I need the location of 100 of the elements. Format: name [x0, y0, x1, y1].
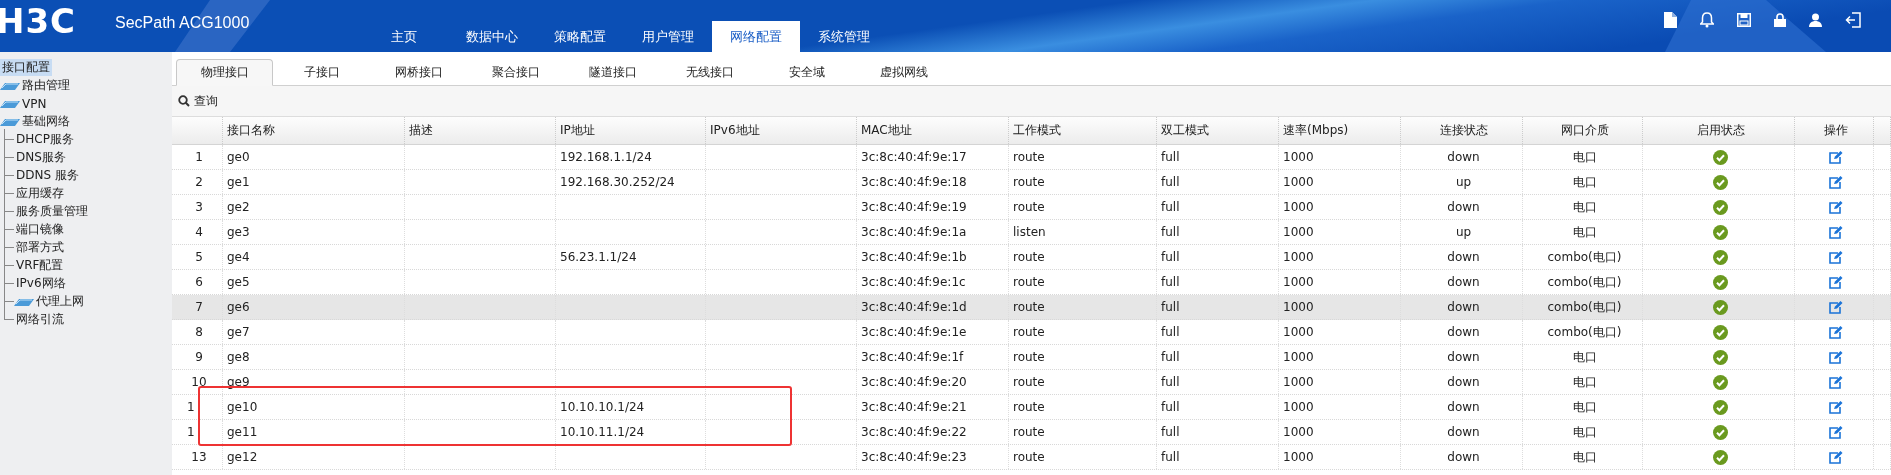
nav-tab[interactable]: 网络配置	[712, 21, 800, 52]
row-number: 4	[195, 225, 203, 239]
edit-icon[interactable]	[1829, 175, 1843, 189]
column-header: 启用状态	[1643, 117, 1795, 144]
sidebar-item[interactable]: DNS服务	[14, 149, 68, 166]
file-icon[interactable]	[1664, 12, 1677, 28]
edit-icon[interactable]	[1829, 275, 1843, 289]
tab[interactable]: 虚拟网线	[855, 59, 952, 86]
sidebar-item[interactable]: VRF配置	[14, 257, 66, 274]
edit-icon[interactable]	[1829, 325, 1843, 339]
sidebar-item[interactable]: 接口配置	[0, 59, 52, 76]
sidebar-item[interactable]: VPN	[20, 96, 49, 111]
column-header: 连接状态	[1401, 117, 1523, 144]
table-cell: 3c:8c:40:4f:9e:19	[857, 195, 1009, 219]
table-cell: 1000	[1279, 295, 1401, 319]
edit-icon[interactable]	[1829, 400, 1843, 414]
tab[interactable]: 隧道接口	[564, 59, 661, 86]
column-header: MAC地址	[857, 117, 1009, 144]
table-row[interactable]: 3 ge2 3c:8c:40:4f:9e:19 route full 1000 down 电口	[172, 195, 1891, 220]
table-cell: down	[1401, 370, 1523, 394]
tab[interactable]: 无线接口	[661, 59, 758, 86]
sidebar-item[interactable]: 应用缓存	[14, 185, 66, 202]
table-row[interactable]: 13 ge12 3c:8c:40:4f:9e:23 route full 1000 down 电口	[172, 445, 1891, 470]
table-row[interactable]: 10 ge9 3c:8c:40:4f:9e:20 route full 1000 down 电口	[172, 370, 1891, 395]
table-row[interactable]: 1 ge11 10.10.11.1/24 3c:8c:40:4f:9e:22 route full 1000 down 电口	[172, 420, 1891, 445]
sidebar-item[interactable]: 网络引流	[14, 311, 66, 328]
column-header: 接口名称	[223, 117, 405, 144]
folder-icon	[0, 80, 20, 91]
table-cell: combo(电口)	[1523, 295, 1643, 319]
sidebar-item[interactable]: 路由管理	[20, 77, 72, 94]
edit-icon[interactable]	[1829, 200, 1843, 214]
table-cell: 1000	[1279, 170, 1401, 194]
table-cell: combo(电口)	[1523, 245, 1643, 269]
edit-icon[interactable]	[1829, 375, 1843, 389]
sidebar-item[interactable]: 基础网络	[20, 113, 72, 130]
table-cell: 3c:8c:40:4f:9e:1b	[857, 245, 1009, 269]
table-row[interactable]: 1 ge10 10.10.10.1/24 3c:8c:40:4f:9e:21 route full 1000 down 电口	[172, 395, 1891, 420]
sidebar-item[interactable]: 部署方式	[14, 239, 66, 256]
table-cell: combo(电口)	[1523, 320, 1643, 344]
row-number: 6	[195, 275, 203, 289]
nav-tab[interactable]: 策略配置	[536, 21, 624, 52]
table-cell: ge5	[223, 270, 405, 294]
table-cell: ge1	[223, 170, 405, 194]
table-row[interactable]: 5 ge4 56.23.1.1/24 3c:8c:40:4f:9e:1b route full 1000 down combo(电口)	[172, 245, 1891, 270]
table-cell: 1000	[1279, 320, 1401, 344]
table-cell: 3c:8c:40:4f:9e:20	[857, 370, 1009, 394]
table-cell: 电口	[1523, 420, 1643, 444]
nav-tab[interactable]: 主页	[360, 21, 448, 52]
nav-tab[interactable]: 用户管理	[624, 21, 712, 52]
table-cell: 3c:8c:40:4f:9e:22	[857, 420, 1009, 444]
sidebar-item[interactable]: DHCP服务	[14, 131, 76, 148]
query-button[interactable]: 查询	[178, 92, 218, 110]
nav-tab[interactable]: 数据中心	[448, 21, 536, 52]
user-icon[interactable]	[1809, 13, 1822, 27]
table-cell: 1000	[1279, 395, 1401, 419]
save-icon[interactable]	[1737, 13, 1751, 27]
edit-icon[interactable]	[1829, 450, 1843, 464]
tab[interactable]: 聚合接口	[467, 59, 564, 86]
table-cell: ge10	[223, 395, 405, 419]
table-row[interactable]: 7 ge6 3c:8c:40:4f:9e:1d route full 1000 down combo(电口)	[172, 295, 1891, 320]
tab[interactable]: 子接口	[273, 59, 370, 86]
tab[interactable]: 安全域	[758, 59, 855, 86]
table-cell: full	[1157, 170, 1279, 194]
edit-icon[interactable]	[1829, 250, 1843, 264]
table-cell: 56.23.1.1/24	[556, 245, 706, 269]
edit-icon[interactable]	[1829, 225, 1843, 239]
sidebar-item[interactable]: DDNS 服务	[14, 167, 81, 184]
table-cell: full	[1157, 220, 1279, 244]
edit-icon[interactable]	[1829, 350, 1843, 364]
table-cell: 192.168.1.1/24	[556, 145, 706, 169]
table-cell: route	[1009, 370, 1157, 394]
table-cell: down	[1401, 145, 1523, 169]
table-cell: full	[1157, 245, 1279, 269]
table-cell: route	[1009, 320, 1157, 344]
logout-icon[interactable]	[1845, 12, 1861, 28]
tab[interactable]: 物理接口	[176, 59, 273, 86]
table-row[interactable]: 2 ge1 192.168.30.252/24 3c:8c:40:4f:9e:18 route full 1000 up 电口	[172, 170, 1891, 195]
sidebar-item[interactable]: 服务质量管理	[14, 203, 90, 220]
row-number: 1	[187, 425, 195, 439]
table-row[interactable]: 1 ge0 192.168.1.1/24 3c:8c:40:4f:9e:17 route full 1000 down 电口	[172, 145, 1891, 170]
sidebar-item[interactable]: 代理上网	[34, 293, 86, 310]
table-cell: ge4	[223, 245, 405, 269]
table-row[interactable]: 6 ge5 3c:8c:40:4f:9e:1c route full 1000 down combo(电口)	[172, 270, 1891, 295]
edit-icon[interactable]	[1829, 300, 1843, 314]
sidebar-item[interactable]: IPv6网络	[14, 275, 68, 292]
edit-icon[interactable]	[1829, 150, 1843, 164]
edit-icon[interactable]	[1829, 425, 1843, 439]
tab[interactable]: 网桥接口	[370, 59, 467, 86]
table-cell: route	[1009, 245, 1157, 269]
row-number: 8	[195, 325, 203, 339]
bell-icon[interactable]	[1700, 12, 1714, 28]
nav-tab[interactable]: 系统管理	[800, 21, 888, 52]
table-row[interactable]: 4 ge3 3c:8c:40:4f:9e:1a listen full 1000 up 电口	[172, 220, 1891, 245]
table-row[interactable]: 9 ge8 3c:8c:40:4f:9e:1f route full 1000 down 电口	[172, 345, 1891, 370]
table-row[interactable]: 8 ge7 3c:8c:40:4f:9e:1e route full 1000 down combo(电口)	[172, 320, 1891, 345]
table-cell: 3c:8c:40:4f:9e:21	[857, 395, 1009, 419]
lock-icon[interactable]	[1774, 13, 1786, 27]
table-cell: ge12	[223, 445, 405, 469]
table-cell: full	[1157, 320, 1279, 344]
sidebar-item[interactable]: 端口镜像	[14, 221, 66, 238]
